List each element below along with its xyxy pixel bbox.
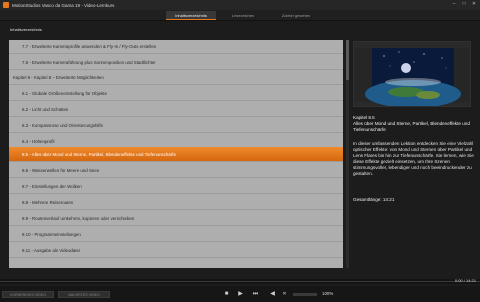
- minimize-icon[interactable]: –: [451, 1, 457, 8]
- time-display: 0:00 / 14:21: [454, 278, 476, 283]
- list-item-active[interactable]: 8.5 - Alles über Mond und Sterne, Partik…: [9, 147, 343, 162]
- window-controls: – □ ✕: [451, 1, 477, 8]
- lesson-description: In dieser umfassenden Lektion entdecken …: [353, 141, 474, 176]
- list-item[interactable]: 8.1 - Globale Größeneinstellung für Obje…: [9, 87, 343, 101]
- tab-inhaltsverzeichnis[interactable]: Inhaltsverzeichnis: [166, 11, 216, 20]
- list-item[interactable]: 8.2 - Licht und Schatten: [9, 103, 343, 117]
- maximize-icon[interactable]: □: [461, 1, 467, 8]
- list-item[interactable]: 8.3 - Kompassrose und Orientierungshilfe: [9, 119, 343, 133]
- seek-bar[interactable]: 0:00 / 14:21: [0, 278, 480, 284]
- list-item[interactable]: 8.6 - Wasserwellen für Meere und Seen: [9, 164, 343, 178]
- chapter-list: 7.7 - Erweiterte Kameraprofile anwenden …: [9, 40, 343, 268]
- lesson-duration: Gesamtlänge: 14:21: [353, 197, 395, 202]
- tab-bar: Inhaltsverzeichnis Lesezeichen Zuletzt g…: [0, 10, 480, 21]
- list-item[interactable]: 7.8 - Erweiterte Kameraführung plus Sonn…: [9, 56, 343, 70]
- preview-image: [354, 42, 470, 106]
- player-controls: VORHERIGES VIDEO NÄCHSTES VIDEO ■ ▶ ⏭ ◀ …: [0, 286, 480, 302]
- volume-slider[interactable]: [293, 293, 317, 296]
- list-scrollbar[interactable]: [346, 40, 349, 268]
- tab-zuletzt-gesehen[interactable]: Zuletzt gesehen: [270, 11, 322, 20]
- previous-video-button[interactable]: VORHERIGES VIDEO: [2, 291, 54, 298]
- close-icon[interactable]: ✕: [471, 1, 477, 8]
- window-title: MotionStudios Vasco da Gama 19 - Video-L…: [12, 2, 115, 8]
- section-label: Inhaltsverzeichnis: [10, 27, 42, 32]
- list-item[interactable]: 8.8 - Mehrere Reiserouten: [9, 196, 343, 210]
- list-item[interactable]: 8.9 - Routenverlauf umkehren, kopieren o…: [9, 212, 343, 226]
- video-preview-thumbnail[interactable]: [353, 41, 471, 107]
- skip-forward-icon[interactable]: ⏭: [251, 290, 260, 299]
- scrollbar-thumb[interactable]: [346, 40, 349, 80]
- mute-icon[interactable]: ✕: [280, 290, 289, 299]
- list-item[interactable]: 7.7 - Erweiterte Kameraprofile anwenden …: [9, 40, 343, 54]
- lesson-title: Kapitel 8.5 Alles über Mond und Sterne, …: [353, 115, 470, 132]
- list-item[interactable]: 8.7 - Einstellungen der Wolken: [9, 180, 343, 194]
- list-item[interactable]: 8.10 - Programmeinstellungen: [9, 228, 343, 242]
- zoom-level: 100%: [322, 291, 334, 296]
- tab-lesezeichen[interactable]: Lesezeichen: [220, 11, 266, 20]
- chapter-heading[interactable]: Kapitel 8 - Kapitel 8 – Erweiterte Mögli…: [9, 71, 343, 85]
- play-icon[interactable]: ▶: [236, 290, 245, 299]
- stop-icon[interactable]: ■: [222, 290, 231, 299]
- title-bar: MotionStudios Vasco da Gama 19 - Video-L…: [0, 0, 480, 10]
- list-item[interactable]: 8.11 - Ausgabe als Videodatei: [9, 244, 343, 258]
- next-video-button[interactable]: NÄCHSTES VIDEO: [58, 291, 110, 298]
- volume-icon[interactable]: ◀: [268, 290, 277, 299]
- app-icon: [3, 2, 9, 8]
- seek-track[interactable]: [0, 281, 480, 282]
